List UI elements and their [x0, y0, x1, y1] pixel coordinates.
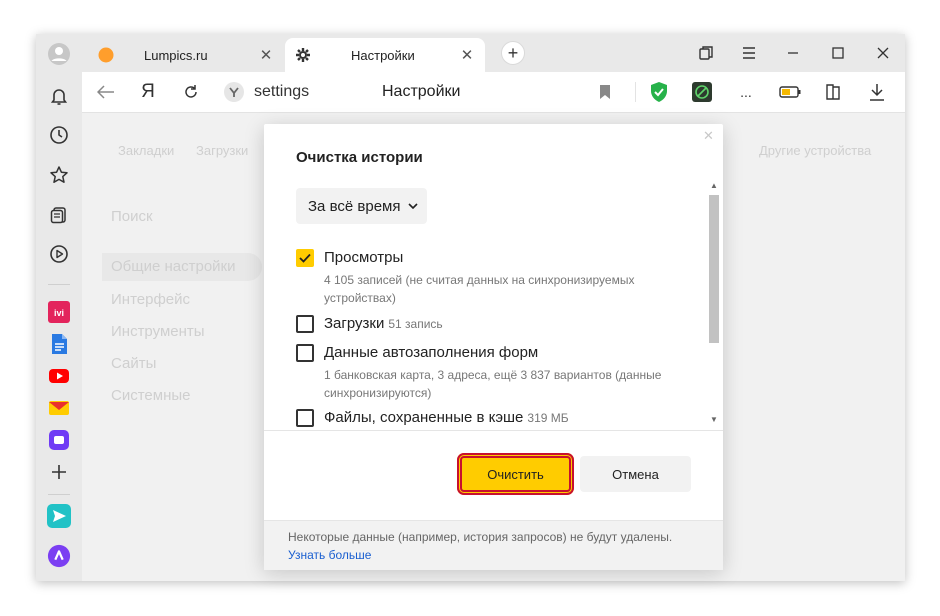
dialog-scrollbar[interactable]: ▲ ▼	[707, 179, 721, 429]
option-label: Данные автозаполнения форм	[324, 344, 539, 361]
tab-lumpics[interactable]: Lumpics.ru ✕	[88, 38, 284, 72]
tabs-list-icon[interactable]	[696, 43, 716, 63]
new-tab-plus-icon[interactable]: +	[501, 41, 525, 65]
chevron-down-icon	[408, 201, 419, 211]
period-value: За всё время	[308, 197, 401, 215]
bell-icon[interactable]	[47, 84, 71, 108]
battery-icon[interactable]	[779, 82, 801, 102]
scroll-down-arrow-icon[interactable]: ▼	[709, 415, 719, 425]
settings-search-input[interactable]: Поиск	[111, 208, 153, 225]
side-nav-sites[interactable]: Сайты	[111, 355, 156, 372]
svg-text:ivi: ivi	[54, 308, 64, 318]
send-app-icon[interactable]	[47, 504, 71, 528]
downloads-checkbox[interactable]	[296, 315, 314, 333]
side-nav-interface[interactable]: Интерфейс	[111, 291, 190, 308]
scroll-up-arrow-icon[interactable]: ▲	[709, 181, 719, 191]
ivi-app-icon[interactable]: ivi	[47, 300, 71, 324]
maximize-icon[interactable]	[828, 43, 848, 63]
clear-history-dialog: ✕ Очистка истории За всё время Просмотры…	[264, 124, 723, 570]
clear-button[interactable]: Очистить	[457, 453, 574, 495]
tab-title: Настройки	[351, 47, 415, 63]
add-app-plus-icon[interactable]	[47, 460, 71, 484]
orange-circle-icon	[98, 47, 114, 63]
nav-link-downloads[interactable]: Загрузки	[196, 143, 248, 158]
download-icon[interactable]	[868, 82, 886, 102]
extension-vpn-icon[interactable]	[692, 82, 712, 102]
back-arrow-icon[interactable]	[96, 82, 116, 102]
dialog-title: Очистка истории	[296, 149, 423, 166]
youtube-app-icon[interactable]	[47, 364, 71, 388]
reader-panel-icon[interactable]	[823, 82, 843, 102]
history-options-list: За всё время Просмотры 4 105 записей (не…	[264, 179, 723, 429]
option-label: Просмотры	[324, 249, 404, 266]
nav-link-other-devices[interactable]: Другие устройства	[759, 143, 871, 158]
tab-close-icon[interactable]: ✕	[459, 47, 475, 64]
address-bar: Я settings Настройки ...	[82, 72, 905, 113]
minimize-icon[interactable]	[783, 43, 803, 63]
profile-avatar-icon[interactable]	[47, 42, 71, 66]
option-count: 319 МБ	[527, 411, 569, 425]
menu-hamburger-icon[interactable]	[739, 43, 759, 63]
divider	[635, 82, 636, 102]
cache-checkbox[interactable]	[296, 409, 314, 427]
media-play-icon[interactable]	[47, 242, 71, 266]
period-dropdown[interactable]: За всё время	[296, 188, 427, 224]
note-text: Некоторые данные (например, история запр…	[288, 530, 673, 544]
tab-title: Lumpics.ru	[144, 47, 208, 63]
window-close-icon[interactable]	[873, 43, 893, 63]
dialog-note: Некоторые данные (например, история запр…	[264, 520, 723, 570]
rail-divider	[48, 494, 70, 495]
option-description: 4 105 записей (не считая данных на синхр…	[324, 273, 635, 305]
cancel-button[interactable]: Отмена	[580, 456, 691, 492]
bookmarks-star-icon[interactable]	[47, 163, 71, 187]
alice-assistant-icon[interactable]	[47, 544, 71, 568]
option-description: 1 банковская карта, 3 адреса, ещё 3 837 …	[324, 368, 662, 400]
history-clock-icon[interactable]	[47, 123, 71, 147]
option-label: Загрузки 51 запись	[324, 315, 443, 332]
messenger-app-icon[interactable]	[47, 428, 71, 452]
site-shield-icon[interactable]	[223, 82, 245, 102]
gear-icon	[295, 47, 311, 63]
sidebar-rail: ivi	[36, 34, 82, 581]
dialog-divider	[264, 430, 723, 431]
side-nav-general[interactable]: Общие настройки	[102, 253, 262, 281]
tab-close-icon[interactable]: ✕	[258, 47, 274, 64]
more-extensions-icon[interactable]: ...	[736, 82, 756, 102]
autofill-checkbox[interactable]	[296, 344, 314, 362]
tab-settings[interactable]: Настройки ✕	[285, 38, 485, 72]
side-nav-tools[interactable]: Инструменты	[111, 323, 205, 340]
yandex-logo-icon[interactable]: Я	[138, 81, 158, 102]
docs-app-icon[interactable]	[47, 332, 71, 356]
tab-strip: Lumpics.ru ✕ Настройки ✕ +	[82, 34, 905, 72]
collections-icon[interactable]	[47, 203, 71, 227]
dialog-close-icon[interactable]: ✕	[703, 129, 715, 142]
nav-link-bookmarks[interactable]: Закладки	[118, 143, 174, 158]
option-count: 51 запись	[388, 317, 443, 331]
views-checkbox[interactable]	[296, 249, 314, 267]
url-text[interactable]: settings	[254, 83, 309, 101]
reload-icon[interactable]	[181, 82, 201, 102]
option-label: Файлы, сохраненные в кэше 319 МБ	[324, 409, 569, 426]
learn-more-link[interactable]: Узнать больше	[288, 548, 371, 562]
protect-shield-icon[interactable]	[649, 82, 669, 102]
mail-app-icon[interactable]	[47, 396, 71, 420]
rail-divider	[48, 284, 70, 285]
side-nav-system[interactable]: Системные	[111, 387, 190, 404]
bookmark-flag-icon[interactable]	[597, 82, 613, 102]
page-title: Настройки	[382, 83, 461, 100]
scrollbar-thumb[interactable]	[709, 195, 719, 343]
